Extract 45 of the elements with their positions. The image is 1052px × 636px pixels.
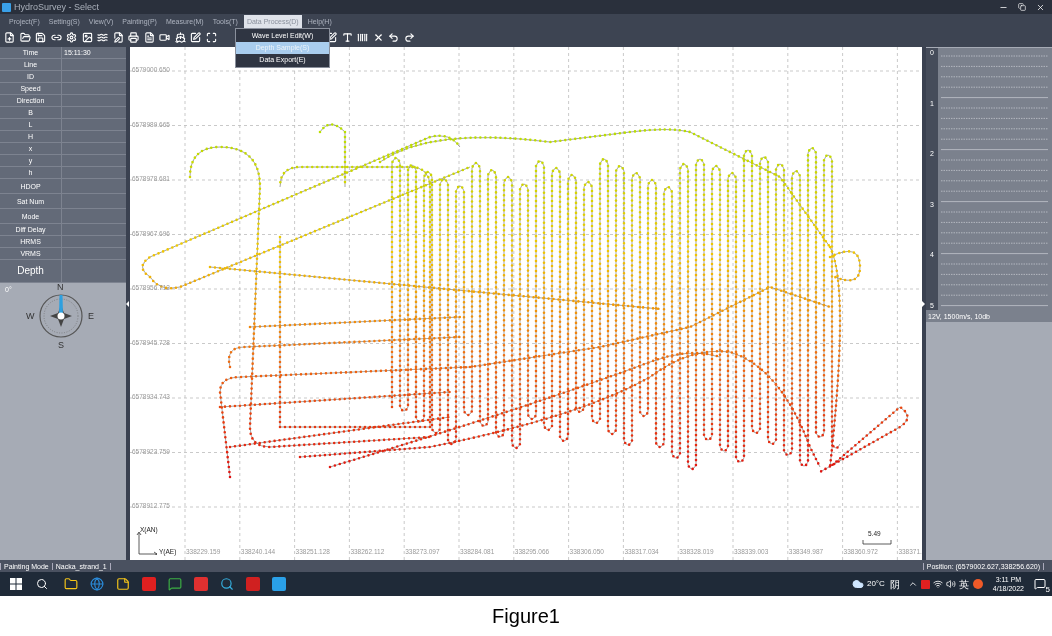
compass-icon — [38, 293, 84, 339]
app-tile-icon[interactable] — [142, 577, 156, 591]
waves-icon[interactable] — [97, 32, 108, 43]
save-icon[interactable] — [35, 32, 46, 43]
image-icon[interactable] — [81, 32, 93, 43]
volume-icon[interactable] — [945, 579, 956, 589]
fit-view-icon[interactable] — [205, 32, 217, 43]
link-icon[interactable] — [50, 32, 62, 43]
window-title: HydroSurvey - Select — [14, 2, 100, 12]
file-add-icon[interactable] — [4, 32, 15, 43]
search-icon[interactable] — [36, 578, 48, 590]
compass-south-label: S — [58, 341, 64, 350]
info-label: Depth — [0, 260, 62, 282]
ship-icon[interactable] — [174, 32, 186, 43]
magnifier-app-icon[interactable] — [220, 577, 234, 591]
undo-icon[interactable] — [388, 32, 399, 43]
chevron-up-icon[interactable] — [907, 579, 918, 589]
weather-label: 阴 — [889, 577, 900, 592]
language-indicator[interactable]: 英 — [958, 576, 969, 592]
folder-icon[interactable] — [64, 577, 78, 591]
cloud-icon — [851, 578, 864, 590]
restore-icon[interactable] — [1018, 3, 1026, 11]
compass-north-label: N — [57, 283, 64, 292]
scale-bar-icon — [862, 540, 892, 545]
text-icon[interactable] — [341, 32, 353, 43]
redo-icon[interactable] — [403, 32, 415, 43]
document-icon[interactable] — [143, 32, 155, 43]
close-icon[interactable] — [1036, 2, 1045, 12]
video-camera-icon[interactable] — [159, 32, 170, 43]
browser-icon[interactable] — [90, 577, 104, 591]
app-logo-icon — [2, 2, 11, 12]
compass-east-label: E — [88, 312, 94, 321]
settings-icon[interactable] — [66, 32, 77, 43]
chat-icon[interactable] — [168, 577, 182, 591]
printer-icon[interactable] — [128, 32, 139, 43]
windows-start-icon[interactable] — [10, 578, 22, 590]
barcode-icon[interactable] — [357, 32, 368, 43]
figure-caption: Figure1 — [492, 604, 560, 629]
delete-icon[interactable] — [372, 32, 384, 43]
file-edit-icon[interactable] — [112, 32, 124, 43]
temperature-label: 20°C — [866, 578, 885, 590]
network-icon[interactable] — [932, 579, 943, 589]
sticky-note-icon[interactable] — [116, 577, 130, 591]
edit-icon[interactable] — [190, 32, 201, 43]
compass-west-label: W — [26, 312, 35, 321]
